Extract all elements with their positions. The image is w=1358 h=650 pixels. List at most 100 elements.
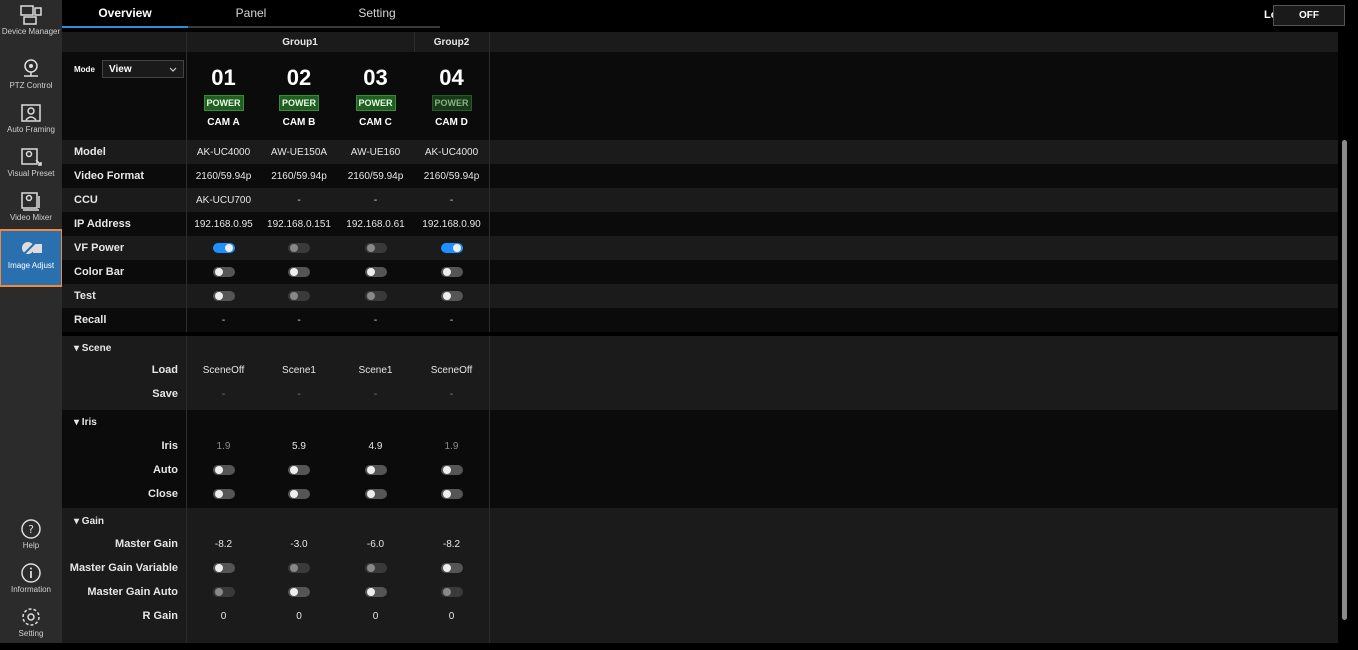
cell-value: AK-UC4000: [424, 146, 479, 158]
row-label: R Gain: [142, 610, 178, 622]
row-label: Master Gain: [115, 538, 178, 550]
test-toggle[interactable]: [440, 291, 463, 301]
sidebar-item-setting[interactable]: Setting: [0, 604, 62, 650]
vf-power-toggle[interactable]: [212, 243, 235, 253]
camera-header-02: 02 POWER CAM B: [261, 52, 337, 140]
power-button[interactable]: POWER: [279, 94, 319, 111]
row-scene-load: Load SceneOff Scene1 Scene1 SceneOff: [62, 358, 1338, 382]
power-button[interactable]: POWER: [355, 94, 396, 111]
test-toggle[interactable]: [212, 291, 235, 301]
cell-value: 0: [220, 610, 227, 622]
master-gain-variable-toggle[interactable]: [212, 563, 235, 573]
color-bar-toggle[interactable]: [364, 267, 387, 277]
cell-value: -6.0: [366, 538, 385, 550]
group-header-group2: Group2: [433, 36, 470, 48]
master-gain-variable-toggle[interactable]: [440, 563, 463, 573]
cell-value[interactable]: Scene1: [261, 358, 337, 382]
sidebar-label: Video Mixer: [9, 213, 53, 222]
cell-value: 1.9: [444, 440, 459, 452]
test-toggle[interactable]: [288, 291, 310, 301]
master-gain-auto-toggle[interactable]: [440, 587, 463, 597]
test-toggle[interactable]: [364, 291, 387, 301]
row-label: Save: [152, 388, 178, 400]
cell-value: -: [297, 314, 301, 326]
cell-value[interactable]: Scene1: [337, 358, 414, 382]
device-manager-icon: [20, 5, 42, 25]
row-label: Auto: [152, 464, 178, 476]
mode-label: Mode: [74, 65, 95, 74]
auto-framing-icon: [21, 104, 41, 122]
sidebar-item-device-manager[interactable]: Device Manager: [0, 2, 62, 48]
sidebar-item-image-adjust[interactable]: Image Adjust: [0, 229, 63, 287]
color-bar-toggle[interactable]: [212, 267, 235, 277]
cell-value: 1.9: [216, 440, 231, 452]
visual-preset-icon: [21, 148, 42, 166]
iris-close-toggle[interactable]: [288, 489, 310, 499]
camera-number: 02: [286, 64, 312, 90]
sidebar-label: Device Manager: [1, 27, 61, 36]
sidebar-item-ptz-control[interactable]: PTZ Control: [0, 56, 62, 102]
iris-auto-toggle[interactable]: [288, 465, 310, 475]
row-label: VF Power: [74, 242, 125, 254]
image-adjust-icon: [21, 240, 42, 257]
power-button[interactable]: POWER: [431, 94, 472, 111]
sidebar-item-auto-framing[interactable]: Auto Framing: [0, 100, 62, 146]
row-ccu: CCU AK-UCU700 - - -: [62, 188, 1338, 212]
iris-close-toggle[interactable]: [364, 489, 387, 499]
color-bar-toggle[interactable]: [440, 267, 463, 277]
section-header-gain[interactable]: ▾ Gain: [62, 510, 186, 532]
row-video-format: Video Format 2160/59.94p 2160/59.94p 216…: [62, 164, 1338, 188]
row-test: Test: [62, 284, 1338, 308]
master-gain-auto-toggle[interactable]: [288, 587, 310, 597]
cell-value[interactable]: SceneOff: [414, 358, 489, 382]
cell-value[interactable]: SceneOff: [186, 358, 261, 382]
tab-setting[interactable]: Setting: [314, 0, 440, 28]
master-gain-variable-toggle[interactable]: [288, 563, 310, 573]
master-gain-auto-toggle[interactable]: [212, 587, 235, 597]
tab-overview[interactable]: Overview: [62, 0, 188, 28]
iris-auto-toggle[interactable]: [364, 465, 387, 475]
sidebar-label: Help: [22, 541, 40, 550]
vf-power-toggle[interactable]: [440, 243, 463, 253]
power-button[interactable]: POWER: [203, 94, 244, 111]
camera-name: CAM C: [359, 116, 392, 128]
camera-number: 04: [439, 64, 464, 90]
master-gain-variable-toggle[interactable]: [364, 563, 387, 573]
iris-auto-toggle[interactable]: [440, 465, 463, 475]
sidebar-item-visual-preset[interactable]: Visual Preset: [0, 144, 62, 190]
cell-value: -: [449, 194, 454, 206]
color-bar-toggle[interactable]: [288, 267, 310, 277]
sidebar-label: PTZ Control: [9, 81, 53, 90]
camera-number: 03: [363, 64, 388, 90]
section-header-scene[interactable]: ▾ Scene: [62, 338, 186, 358]
sidebar-label: Visual Preset: [7, 169, 55, 178]
cell-value: 0: [448, 610, 455, 622]
cell-value: -: [373, 194, 378, 206]
sidebar-item-information[interactable]: Information: [0, 560, 62, 606]
camera-name: CAM B: [282, 116, 316, 128]
tab-panel[interactable]: Panel: [188, 0, 314, 28]
sidebar-item-video-mixer[interactable]: Video Mixer: [0, 188, 62, 234]
vf-power-toggle[interactable]: [364, 243, 387, 253]
overview-grid: Group1 Group2 Mode View 01 POWER CAM A 0…: [62, 30, 1338, 643]
row-label: CCU: [74, 194, 98, 206]
sidebar-item-help[interactable]: ? Help: [0, 516, 62, 562]
row-iris-auto: Auto: [62, 458, 1338, 482]
vf-power-toggle[interactable]: [288, 243, 310, 253]
camera-header-row: Mode View 01 POWER CAM A 02 POWER CAM B …: [62, 52, 1338, 140]
scrollbar-thumb[interactable]: [1342, 140, 1347, 620]
cell-value: AK-UC4000: [196, 146, 251, 158]
top-bar: Overview Panel Setting Lock OFF: [62, 0, 1358, 30]
iris-close-toggle[interactable]: [440, 489, 463, 499]
mode-select[interactable]: View: [102, 60, 184, 78]
cell-value: AW-UE150A: [270, 146, 328, 158]
group-header-group1: Group1: [282, 36, 318, 48]
section-header-iris[interactable]: ▾ Iris: [62, 412, 186, 432]
cell-value: AW-UE160: [350, 146, 401, 158]
camera-header-01: 01 POWER CAM A: [186, 52, 261, 140]
master-gain-auto-toggle[interactable]: [364, 587, 387, 597]
lock-toggle-button[interactable]: OFF: [1273, 5, 1345, 26]
iris-auto-toggle[interactable]: [212, 465, 235, 475]
iris-close-toggle[interactable]: [212, 489, 235, 499]
sidebar-label: Auto Framing: [6, 125, 56, 134]
